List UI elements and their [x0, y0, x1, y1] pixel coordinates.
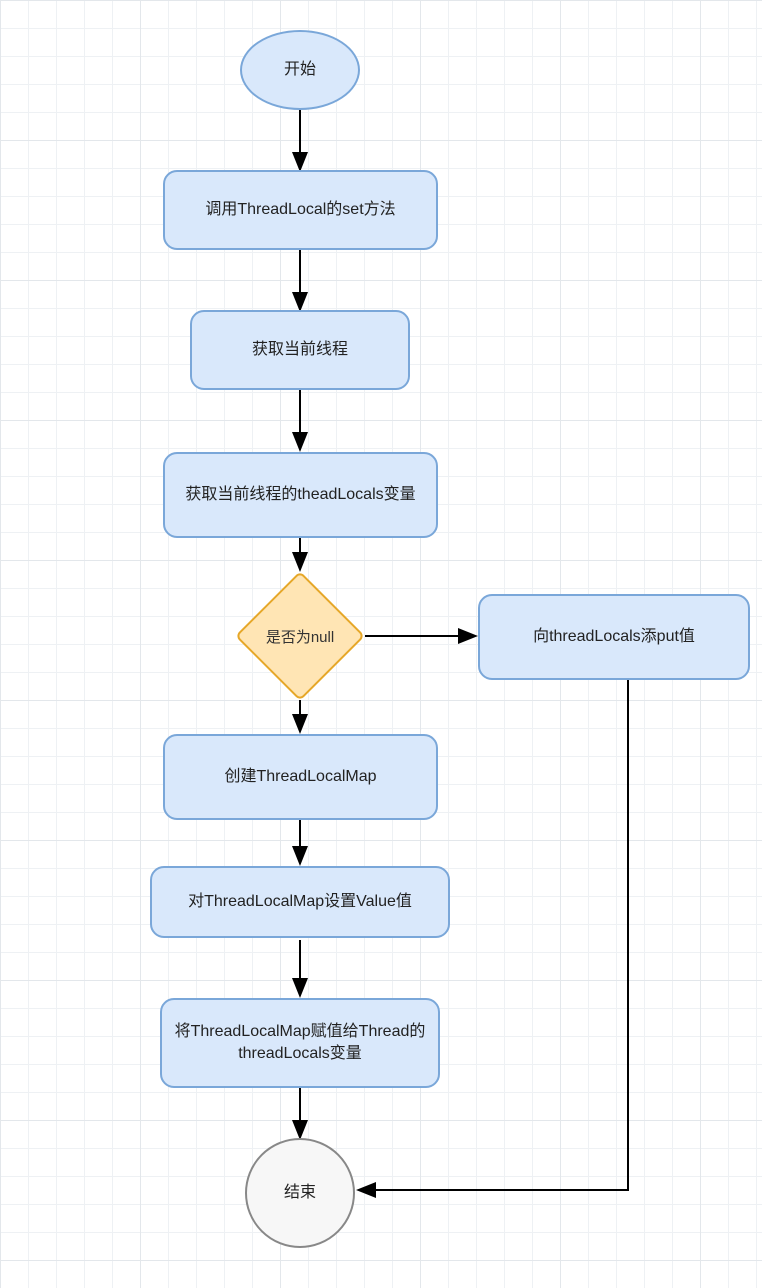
step-get-threadlocals-label: 获取当前线程的theadLocals变量: [185, 484, 415, 506]
decision-label: 是否为null: [266, 626, 334, 647]
step-put-value-label: 向threadLocals添put值: [533, 626, 695, 648]
step-get-threadlocals: 获取当前线程的theadLocals变量: [163, 452, 438, 538]
step-call-set-label: 调用ThreadLocal的set方法: [205, 199, 395, 221]
step-put-value: 向threadLocals添put值: [478, 594, 750, 680]
start-label: 开始: [284, 59, 316, 81]
start-node: 开始: [240, 30, 360, 110]
step-set-value-label: 对ThreadLocalMap设置Value值: [188, 891, 412, 913]
step-assign-map: 将ThreadLocalMap赋值给Thread的threadLocals变量: [160, 998, 440, 1088]
step-create-map: 创建ThreadLocalMap: [163, 734, 438, 820]
step-call-set: 调用ThreadLocal的set方法: [163, 170, 438, 250]
end-node: 结束: [245, 1138, 355, 1248]
step-get-thread-label: 获取当前线程: [252, 339, 348, 361]
step-set-value: 对ThreadLocalMap设置Value值: [150, 866, 450, 938]
step-assign-map-label: 将ThreadLocalMap赋值给Thread的threadLocals变量: [172, 1021, 428, 1064]
decision-is-null: 是否为null: [235, 571, 365, 701]
step-create-map-label: 创建ThreadLocalMap: [224, 766, 376, 788]
step-get-thread: 获取当前线程: [190, 310, 410, 390]
end-label: 结束: [284, 1182, 316, 1204]
